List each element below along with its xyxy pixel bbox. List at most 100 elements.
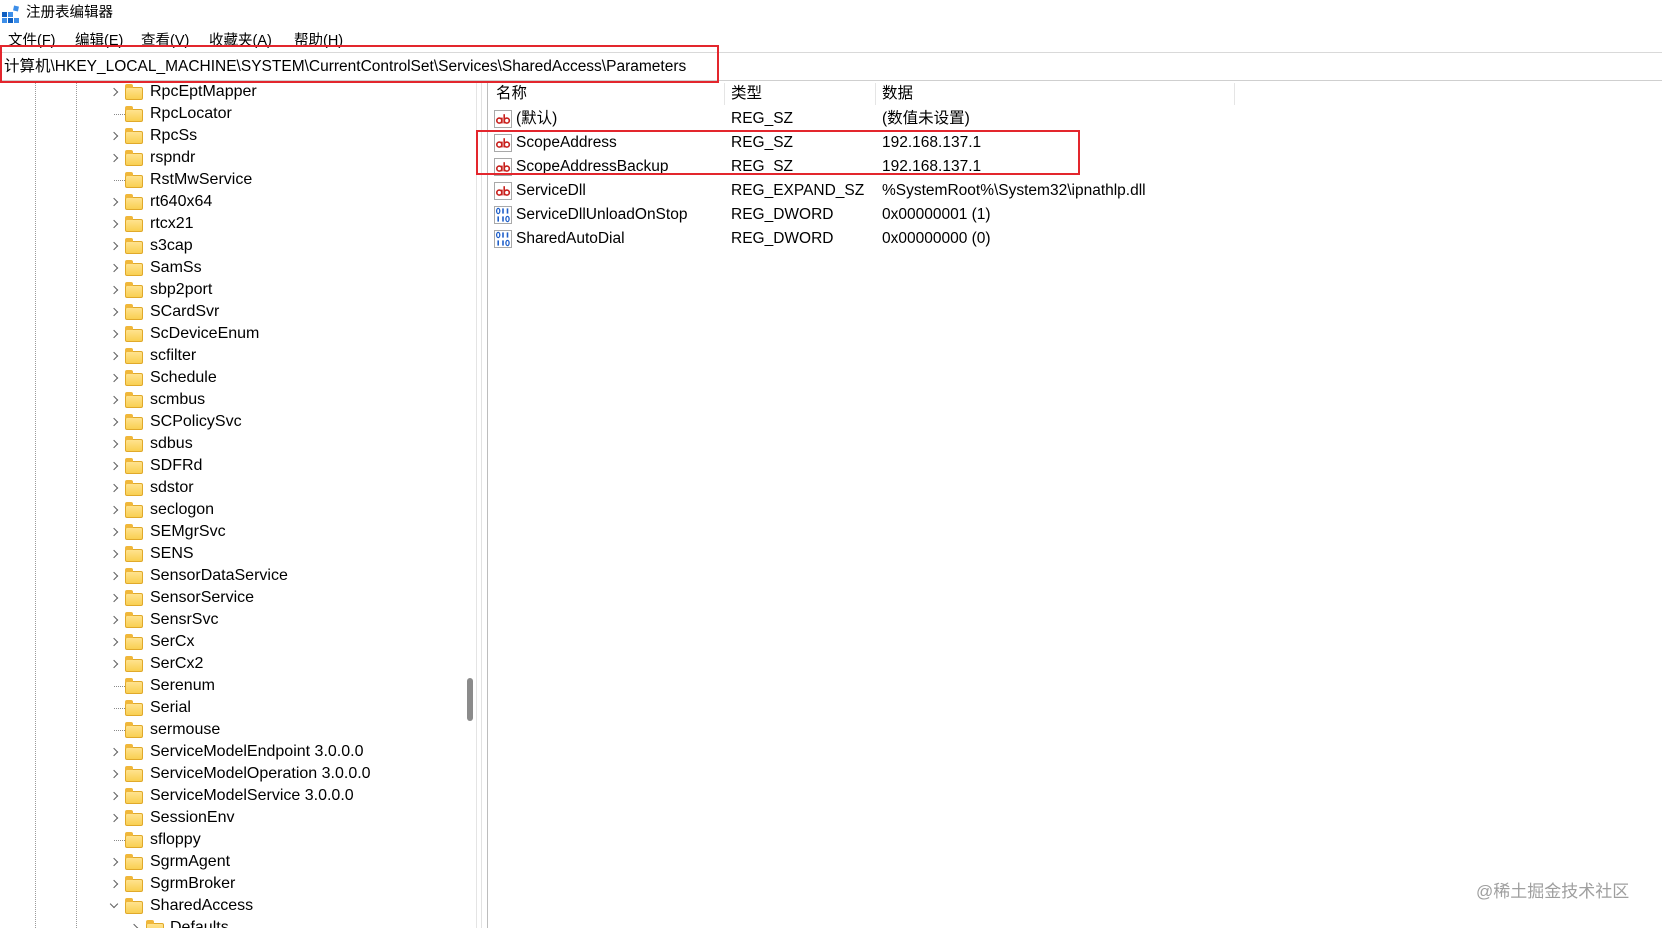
pane-splitter[interactable] bbox=[481, 83, 488, 928]
tree-item[interactable]: ServiceModelService 3.0.0.0 bbox=[0, 785, 463, 807]
tree-item[interactable]: SamSs bbox=[0, 257, 463, 279]
menu-view[interactable]: 查看(V) bbox=[141, 32, 189, 50]
chevron-right-icon[interactable] bbox=[109, 615, 119, 625]
tree-item[interactable]: SCPolicySvc bbox=[0, 411, 463, 433]
chevron-right-icon[interactable] bbox=[109, 329, 119, 339]
tree-item[interactable]: SensorService bbox=[0, 587, 463, 609]
tree-item[interactable]: RpcLocator bbox=[0, 103, 463, 125]
tree-item[interactable]: SensorDataService bbox=[0, 565, 463, 587]
tree-item[interactable]: ServiceModelOperation 3.0.0.0 bbox=[0, 763, 463, 785]
chevron-right-icon[interactable] bbox=[109, 879, 119, 889]
column-header-type[interactable]: 类型 bbox=[725, 83, 876, 105]
value-row[interactable]: (默认) REG_SZ (数值未设置) bbox=[489, 107, 1235, 131]
tree-item-sharedaccess[interactable]: SharedAccess bbox=[0, 895, 463, 917]
chevron-down-icon[interactable] bbox=[109, 899, 119, 909]
tree-item[interactable]: rspndr bbox=[0, 147, 463, 169]
folder-icon bbox=[125, 832, 143, 848]
tree-item[interactable]: SerCx2 bbox=[0, 653, 463, 675]
chevron-right-icon[interactable] bbox=[109, 263, 119, 273]
chevron-right-icon[interactable] bbox=[109, 483, 119, 493]
menu-help[interactable]: 帮助(H) bbox=[294, 32, 343, 50]
tree-item[interactable]: SensrSvc bbox=[0, 609, 463, 631]
value-row[interactable]: ServiceDllUnloadOnStop REG_DWORD 0x00000… bbox=[489, 203, 1235, 227]
tree-item[interactable]: Serial bbox=[0, 697, 463, 719]
tree-item[interactable]: rt640x64 bbox=[0, 191, 463, 213]
chevron-right-icon[interactable] bbox=[109, 791, 119, 801]
tree-item[interactable]: SDFRd bbox=[0, 455, 463, 477]
chevron-right-icon[interactable] bbox=[109, 307, 119, 317]
chevron-right-icon[interactable] bbox=[109, 659, 119, 669]
chevron-right-icon[interactable] bbox=[109, 197, 119, 207]
tree-item[interactable]: Serenum bbox=[0, 675, 463, 697]
value-row[interactable]: ScopeAddress REG_SZ 192.168.137.1 bbox=[489, 131, 1235, 155]
tree-item[interactable]: seclogon bbox=[0, 499, 463, 521]
tree-scrollbar-thumb[interactable] bbox=[467, 678, 473, 721]
tree-item[interactable]: ServiceModelEndpoint 3.0.0.0 bbox=[0, 741, 463, 763]
tree-item[interactable]: SerCx bbox=[0, 631, 463, 653]
folder-icon bbox=[125, 788, 143, 804]
chevron-right-icon[interactable] bbox=[109, 439, 119, 449]
tree-item[interactable]: ScDeviceEnum bbox=[0, 323, 463, 345]
tree-item[interactable]: sdbus bbox=[0, 433, 463, 455]
chevron-right-icon[interactable] bbox=[109, 131, 119, 141]
tree-item-label: seclogon bbox=[150, 501, 215, 518]
tree-item[interactable]: SgrmBroker bbox=[0, 873, 463, 895]
chevron-right-icon[interactable] bbox=[109, 769, 119, 779]
chevron-right-icon[interactable] bbox=[109, 285, 119, 295]
value-row[interactable]: ScopeAddressBackup REG_SZ 192.168.137.1 bbox=[489, 155, 1235, 179]
title-bar: 注册表编辑器 bbox=[0, 0, 1662, 31]
chevron-right-icon[interactable] bbox=[109, 527, 119, 537]
chevron-right-icon[interactable] bbox=[109, 417, 119, 427]
chevron-right-icon[interactable] bbox=[109, 153, 119, 163]
folder-icon bbox=[125, 84, 143, 100]
chevron-right-icon[interactable] bbox=[109, 395, 119, 405]
chevron-right-icon[interactable] bbox=[109, 747, 119, 757]
tree-item[interactable]: Schedule bbox=[0, 367, 463, 389]
menu-edit[interactable]: 编辑(E) bbox=[75, 32, 123, 50]
chevron-right-icon[interactable] bbox=[109, 857, 119, 867]
tree-item[interactable]: sdstor bbox=[0, 477, 463, 499]
value-name-cell: SharedAutoDial bbox=[489, 227, 725, 251]
address-path[interactable]: 计算机\HKEY_LOCAL_MACHINE\SYSTEM\CurrentCon… bbox=[4, 57, 686, 77]
chevron-right-icon[interactable] bbox=[109, 571, 119, 581]
tree-item-child[interactable]: Defaults bbox=[0, 917, 463, 928]
tree-item[interactable]: SENS bbox=[0, 543, 463, 565]
values-list-pane[interactable]: 名称 类型 数据 (默认) REG_SZ (数值未设置) ScopeAddres… bbox=[489, 83, 1662, 928]
chevron-right-icon[interactable] bbox=[109, 549, 119, 559]
tree-item[interactable]: sfloppy bbox=[0, 829, 463, 851]
tree-item[interactable]: sermouse bbox=[0, 719, 463, 741]
menu-favorites[interactable]: 收藏夹(A) bbox=[209, 32, 272, 50]
tree-item[interactable]: RpcSs bbox=[0, 125, 463, 147]
chevron-right-icon[interactable] bbox=[109, 87, 119, 97]
tree-item[interactable]: SCardSvr bbox=[0, 301, 463, 323]
tree-item[interactable]: s3cap bbox=[0, 235, 463, 257]
tree-item[interactable]: SgrmAgent bbox=[0, 851, 463, 873]
chevron-right-icon[interactable] bbox=[129, 923, 139, 928]
address-bar[interactable]: 计算机\HKEY_LOCAL_MACHINE\SYSTEM\CurrentCon… bbox=[0, 52, 1662, 81]
tree-item[interactable]: RpcEptMapper bbox=[0, 81, 463, 103]
column-header-data[interactable]: 数据 bbox=[876, 83, 1235, 105]
tree-item[interactable]: scfilter bbox=[0, 345, 463, 367]
tree-item[interactable]: SEMgrSvc bbox=[0, 521, 463, 543]
column-header-name[interactable]: 名称 bbox=[489, 83, 725, 105]
chevron-right-icon[interactable] bbox=[109, 593, 119, 603]
tree-item[interactable]: RstMwService bbox=[0, 169, 463, 191]
tree-item-label: SharedAccess bbox=[150, 897, 254, 914]
chevron-right-icon[interactable] bbox=[109, 637, 119, 647]
key-tree-pane[interactable]: RpcEptMapper RpcLocator RpcSs rspndr Rst… bbox=[0, 81, 477, 928]
chevron-right-icon[interactable] bbox=[109, 813, 119, 823]
chevron-right-icon[interactable] bbox=[109, 351, 119, 361]
tree-item[interactable]: rtcx21 bbox=[0, 213, 463, 235]
tree-item[interactable]: scmbus bbox=[0, 389, 463, 411]
tree-item[interactable]: sbp2port bbox=[0, 279, 463, 301]
value-row[interactable]: ServiceDll REG_EXPAND_SZ %SystemRoot%\Sy… bbox=[489, 179, 1235, 203]
chevron-right-icon[interactable] bbox=[109, 241, 119, 251]
chevron-right-icon[interactable] bbox=[109, 505, 119, 515]
chevron-right-icon[interactable] bbox=[109, 373, 119, 383]
tree-item[interactable]: SessionEnv bbox=[0, 807, 463, 829]
chevron-right-icon[interactable] bbox=[109, 219, 119, 229]
chevron-right-icon[interactable] bbox=[109, 461, 119, 471]
menu-file[interactable]: 文件(F) bbox=[8, 32, 56, 50]
tree-item-label: SgrmBroker bbox=[150, 875, 236, 892]
value-row[interactable]: SharedAutoDial REG_DWORD 0x00000000 (0) bbox=[489, 227, 1235, 251]
